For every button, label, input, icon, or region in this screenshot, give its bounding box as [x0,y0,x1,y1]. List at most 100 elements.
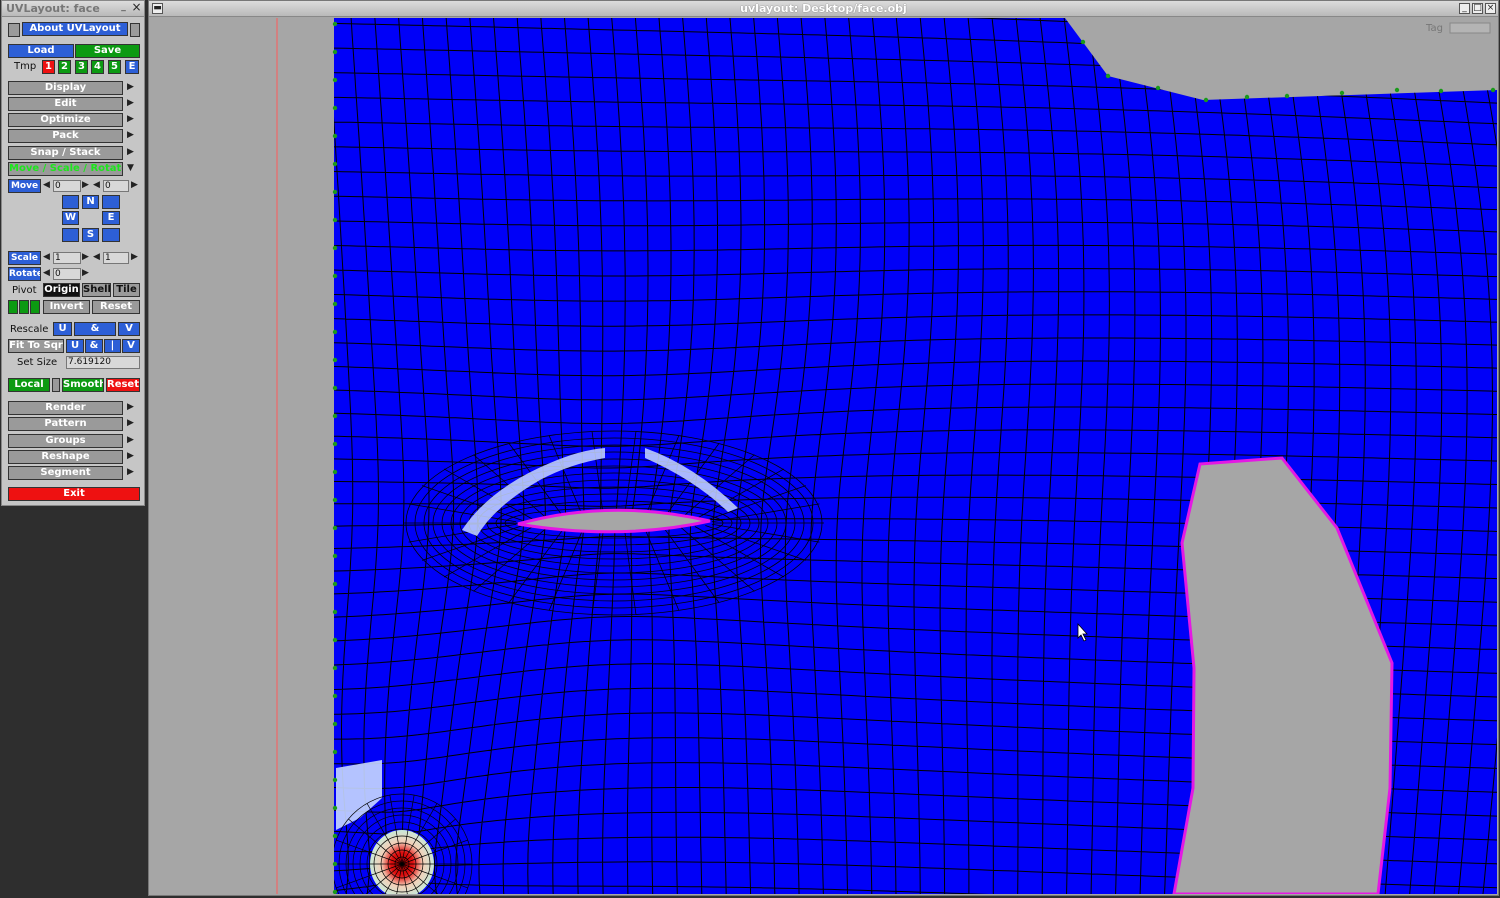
set-size-field[interactable]: 7.619120 [66,356,140,369]
arrow-right-icon[interactable]: ▶ [131,180,138,190]
rescale-v-button[interactable]: V [118,322,140,336]
uv-viewport[interactable]: Tag [150,18,1497,894]
toggle-1[interactable] [8,300,18,314]
pin-vertex [332,581,338,587]
submenu-arrow-icon: ▶ [127,98,134,108]
move-button[interactable]: Move [8,179,41,193]
move-u-field[interactable]: 0 [53,180,81,192]
menu-pattern[interactable]: Pattern [8,417,123,431]
close-icon[interactable]: × [1485,3,1496,14]
scale-v-field[interactable]: 1 [103,252,129,264]
tmp-slot-5[interactable]: 5 [108,60,121,74]
submenu-arrow-icon: ▶ [127,418,134,428]
menu-move-scale-rotate[interactable]: Move / Scale / Rotate [8,162,123,176]
pin-vertex [1339,90,1345,96]
tmp-slot-2[interactable]: 2 [58,60,71,74]
panel-titlebar[interactable]: UVLayout: face _ × [2,1,144,17]
toggle-3[interactable] [30,300,40,314]
rotate-field[interactable]: 0 [53,268,81,280]
pin-vertex [332,637,338,643]
tmp-slot-e[interactable]: E [125,60,139,74]
arrow-left-icon[interactable]: ◀ [43,180,50,190]
tmp-slot-3[interactable]: 3 [75,60,88,74]
pin-vertex [332,217,338,223]
submenu-arrow-icon: ▼ [127,163,134,173]
menu-groups[interactable]: Groups [8,434,123,448]
scale-button[interactable]: Scale [8,251,41,265]
menu-pack[interactable]: Pack [8,129,123,143]
reset-button[interactable]: Reset [92,300,140,314]
fit-to-sqr-button[interactable]: Fit To Sqr [8,339,64,353]
arrow-right-icon[interactable]: ▶ [82,268,89,278]
invert-button[interactable]: Invert [43,300,90,314]
close-icon[interactable]: × [131,1,142,14]
fit-uv-button[interactable]: & [85,339,103,353]
load-button[interactable]: Load [8,44,74,58]
dir-sw-button[interactable] [62,228,79,242]
pin-vertex [332,525,338,531]
dir-n-button[interactable]: N [82,195,99,209]
fit-u-button[interactable]: U [66,339,84,353]
fit-lock-button[interactable]: | [104,339,121,353]
dir-e-button[interactable]: E [102,211,120,225]
rescale-u-button[interactable]: U [53,322,72,336]
menu-reshape[interactable]: Reshape [8,450,123,464]
arrow-left-icon[interactable]: ◀ [43,252,50,262]
pin-vertex [332,861,338,867]
tag-field[interactable] [1449,22,1491,34]
submenu-arrow-icon: ▶ [127,114,134,124]
menu-snap-stack[interactable]: Snap / Stack [8,146,123,160]
arrow-right-icon[interactable]: ▶ [82,252,89,262]
rotate-button[interactable]: Rotate [8,267,41,281]
pin-vertex [332,469,338,475]
arrow-left-icon[interactable]: ◀ [93,252,100,262]
set-size-label: Set Size [17,357,58,368]
main-titlebar[interactable]: ▬ uvlayout: Desktop/face.obj _ □ × [149,1,1498,17]
arrow-right-icon[interactable]: ▶ [131,252,138,262]
move-v-field[interactable]: 0 [103,180,129,192]
pivot-origin-button[interactable]: Origin [43,283,80,297]
fit-v-button[interactable]: V [122,339,140,353]
save-button[interactable]: Save [75,44,140,58]
smooth-button[interactable]: Smooth [62,378,104,392]
local-toggle[interactable] [52,378,60,392]
pin-vertex [332,133,338,139]
tag-label: Tag [1425,23,1443,34]
menu-display[interactable]: Display [8,81,123,95]
arrow-left-icon[interactable]: ◀ [93,180,100,190]
pin-vertex [332,721,338,727]
about-button[interactable]: About UVLayout [22,22,128,36]
scale-u-field[interactable]: 1 [53,252,81,264]
uv-mesh-canvas[interactable]: Tag [150,18,1497,894]
panel-left-handle[interactable] [8,23,20,37]
dir-w-button[interactable]: W [62,211,79,225]
minimize-icon[interactable]: _ [1459,3,1470,14]
pivot-shell-button[interactable]: Shell [82,283,111,297]
arrow-right-icon[interactable]: ▶ [82,180,89,190]
tmp-slot-4[interactable]: 4 [91,60,104,74]
dir-ne-button[interactable] [102,195,120,209]
pin-vertex [332,553,338,559]
maximize-icon[interactable]: □ [1472,3,1483,14]
dir-s-button[interactable]: S [82,228,99,242]
submenu-arrow-icon: ▶ [127,402,134,412]
pin-vertex [332,833,338,839]
menu-segment[interactable]: Segment [8,466,123,480]
rescale-uv-button[interactable]: & [74,322,116,336]
smooth-reset-button[interactable]: Reset [106,378,140,392]
menu-edit[interactable]: Edit [8,97,123,111]
local-button[interactable]: Local [8,378,50,392]
minimize-icon[interactable]: _ [118,3,129,14]
dir-se-button[interactable] [102,228,120,242]
pivot-tile-button[interactable]: Tile [113,283,140,297]
dir-nw-button[interactable] [62,195,79,209]
pin-vertex [332,329,338,335]
toggle-2[interactable] [19,300,29,314]
panel-right-handle[interactable] [130,23,140,37]
menu-render[interactable]: Render [8,401,123,415]
pin-vertex [1438,88,1444,94]
arrow-left-icon[interactable]: ◀ [43,268,50,278]
exit-button[interactable]: Exit [8,487,140,501]
tmp-slot-1[interactable]: 1 [42,60,55,74]
menu-optimize[interactable]: Optimize [8,113,123,127]
